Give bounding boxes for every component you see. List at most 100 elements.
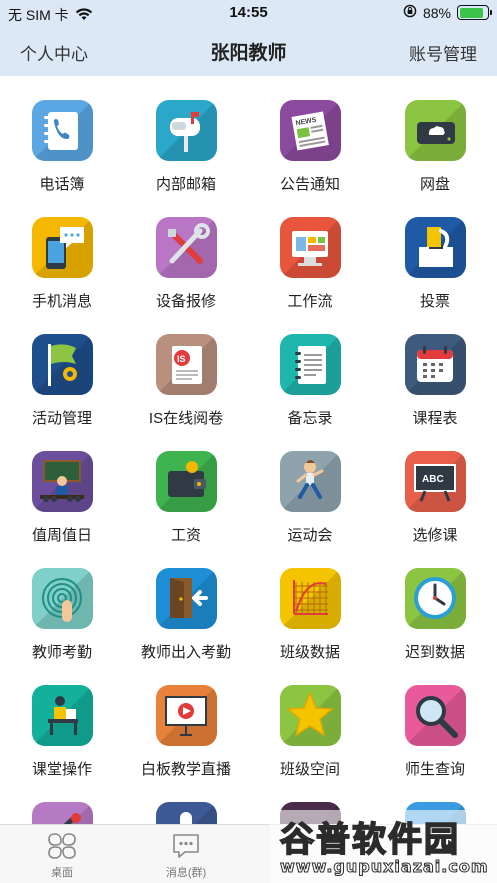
tab-desktop[interactable]: 桌面 (0, 825, 124, 883)
message-bubble-icon (170, 830, 202, 862)
app-item[interactable]: 教师考勤 (0, 546, 124, 663)
app-item[interactable]: 教师出入考勤 (124, 546, 248, 663)
app-label: 投票 (419, 293, 450, 310)
app-label: 网盘 (419, 176, 450, 193)
workflow-icon (280, 217, 341, 278)
phone-message-icon (32, 217, 93, 278)
app-label: 手机消息 (31, 293, 92, 310)
app-item[interactable]: IS IS在线阅卷 (124, 312, 248, 429)
partial-app-icon (280, 802, 341, 824)
document-is-icon: IS (156, 334, 217, 395)
app-item[interactable]: 白板教学直播 (124, 663, 248, 780)
tab-messages-label: 消息(群) (165, 867, 207, 879)
app-item[interactable]: 师生查询 (373, 663, 497, 780)
app-label: 课堂操作 (31, 761, 92, 778)
app-label: 班级空间 (279, 761, 340, 778)
app-item[interactable]: ABC 选修课 (373, 429, 497, 546)
wallet-icon (156, 451, 217, 512)
app-item[interactable]: 工作流 (248, 195, 372, 312)
runner-icon (280, 451, 341, 512)
status-bar: 无 SIM 卡 14:55 88% (0, 0, 497, 26)
chart-grid-icon (280, 568, 341, 629)
status-right: 88% (403, 4, 492, 21)
teacher-desk-icon (32, 685, 93, 746)
cloud-drive-icon (405, 100, 466, 161)
personal-center-button[interactable]: 个人中心 (20, 40, 88, 65)
app-grid: 电话簿 内部邮箱 NEWS 公告通知 网盘手机消息 设备报修 工作流 投票活动管理 IS IS在线… (0, 78, 497, 824)
app-label: 活动管理 (31, 410, 92, 427)
app-label: 教师出入考勤 (140, 644, 231, 661)
app-item[interactable]: 网盘 (373, 78, 497, 195)
orientation-lock-icon (403, 4, 417, 21)
app-item[interactable]: 工资 (124, 429, 248, 546)
app-item[interactable]: NEWS 公告通知 (248, 78, 372, 195)
app-item[interactable]: 值周值日 (0, 429, 124, 546)
app-label: 课程表 (412, 410, 458, 427)
tab-messages[interactable]: 消息(群) (124, 825, 248, 883)
app-item[interactable] (124, 780, 248, 824)
star-icon (280, 685, 341, 746)
app-item[interactable]: 备忘录 (248, 312, 372, 429)
app-label: 备忘录 (287, 410, 333, 427)
app-item[interactable]: 活动管理 (0, 312, 124, 429)
app-label: 白板教学直播 (140, 761, 231, 778)
tab-icon (294, 830, 326, 862)
app-label: 公告通知 (279, 176, 340, 193)
duty-presenter-icon (32, 451, 93, 512)
app-item[interactable]: 运动会 (248, 429, 372, 546)
app-item[interactable]: 内部邮箱 (124, 78, 248, 195)
phonebook-icon (32, 100, 93, 161)
mailbox-icon (156, 100, 217, 161)
app-label: 教师考勤 (31, 644, 92, 661)
app-label: 内部邮箱 (155, 176, 216, 193)
tab-third[interactable] (248, 825, 372, 883)
partial-tools-icon (32, 802, 93, 824)
battery-percent: 88% (422, 4, 451, 21)
partial-microphone-icon (156, 802, 217, 824)
app-label: 师生查询 (404, 761, 465, 778)
tab-bar: 桌面 消息(群) (0, 824, 497, 883)
app-label: 设备报修 (155, 293, 216, 310)
tab-desktop-label: 桌面 (51, 867, 73, 879)
app-label: 选修课 (412, 527, 458, 544)
app-item[interactable]: 班级数据 (248, 546, 372, 663)
fingerprint-icon (32, 568, 93, 629)
account-management-button[interactable]: 账号管理 (409, 40, 477, 65)
app-item[interactable]: 课堂操作 (0, 663, 124, 780)
app-item[interactable]: 课程表 (373, 312, 497, 429)
tab-icon (419, 830, 451, 862)
nav-bar: 个人中心 张阳教师 账号管理 (0, 26, 497, 76)
app-label: IS在线阅卷 (148, 410, 224, 427)
app-label: 工作流 (287, 293, 333, 310)
blackboard-abc-icon: ABC (405, 451, 466, 512)
svg-text:ABC: ABC (422, 474, 444, 485)
app-item[interactable]: 电话簿 (0, 78, 124, 195)
app-label: 电话簿 (39, 176, 85, 193)
magnifier-icon (405, 685, 466, 746)
app-item[interactable] (248, 780, 372, 824)
door-exit-icon (156, 568, 217, 629)
app-label: 工资 (170, 527, 201, 544)
app-label: 班级数据 (279, 644, 340, 661)
app-item[interactable]: 投票 (373, 195, 497, 312)
vote-box-icon (405, 217, 466, 278)
app-item[interactable]: 班级空间 (248, 663, 372, 780)
newspaper-icon: NEWS (280, 100, 341, 161)
desktop-grid-icon (46, 830, 78, 862)
svg-text:IS: IS (177, 354, 186, 364)
notebook-icon (280, 334, 341, 395)
app-item[interactable]: 设备报修 (124, 195, 248, 312)
partial-app-icon (405, 802, 466, 824)
whiteboard-play-icon (156, 685, 217, 746)
app-label: 值周值日 (31, 527, 92, 544)
app-item[interactable]: 迟到数据 (373, 546, 497, 663)
app-item[interactable] (373, 780, 497, 824)
app-item[interactable] (0, 780, 124, 824)
app-label: 运动会 (287, 527, 333, 544)
tab-fourth[interactable] (373, 825, 497, 883)
clock-icon (405, 568, 466, 629)
calendar-icon (405, 334, 466, 395)
app-label: 迟到数据 (404, 644, 465, 661)
repair-tools-icon (156, 217, 217, 278)
app-item[interactable]: 手机消息 (0, 195, 124, 312)
